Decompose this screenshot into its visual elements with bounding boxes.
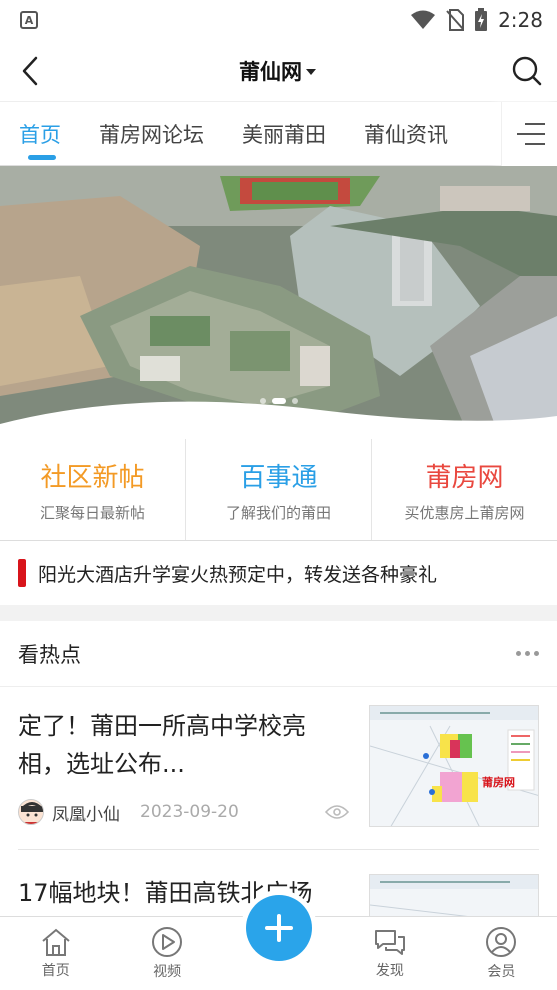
avatar <box>18 799 44 825</box>
feature-title: 社区新帖 <box>40 462 145 493</box>
tab-beautiful-putian[interactable]: 美丽莆田 <box>204 102 326 166</box>
nav-label: 首页 <box>41 963 70 979</box>
plus-icon <box>265 914 293 942</box>
clock: 2:28 <box>498 8 543 32</box>
battery-icon <box>475 8 488 31</box>
page-title: 莆仙网 <box>239 59 302 84</box>
play-icon <box>152 927 183 957</box>
tab-forum[interactable]: 莆房网论坛 <box>61 102 204 166</box>
tab-home[interactable]: 首页 <box>0 102 61 166</box>
channel-tabs: 首页 莆房网论坛 美丽莆田 莆仙资讯 <box>0 102 557 166</box>
wifi-icon <box>411 10 436 29</box>
hot-topics-header: 看热点 <box>0 621 557 687</box>
home-icon <box>42 928 70 956</box>
feature-title: 莆房网 <box>425 462 504 493</box>
feature-community-posts[interactable]: 社区新帖 汇聚每日最新帖 <box>0 439 185 540</box>
menu-icon <box>516 123 545 145</box>
site-selector[interactable]: 莆仙网 <box>239 56 316 86</box>
section-spacer <box>0 605 557 621</box>
caret-down-icon <box>306 68 316 75</box>
search-icon[interactable] <box>511 55 543 87</box>
announcement-text: 阳光大酒店升学宴火热预定中，转发送各种豪礼 <box>38 563 438 586</box>
carousel-dot <box>259 398 266 404</box>
list-item[interactable]: 定了！莆田一所高中学校亮相，选址公布... 凤凰小仙 2023-09-20 莆房… <box>0 687 557 827</box>
feature-pufangwang[interactable]: 莆房网 买优惠房上莆房网 <box>371 439 557 540</box>
tab-news[interactable]: 莆仙资讯 <box>326 102 448 166</box>
header: 莆仙网 <box>0 40 557 102</box>
thumbnail-watermark: 莆房网 <box>482 776 515 789</box>
back-icon[interactable] <box>16 54 44 88</box>
nav-discover[interactable]: 发现 <box>334 917 445 990</box>
article-title: 定了！莆田一所高中学校亮相，选址公布... <box>18 712 306 778</box>
feature-baishitong[interactable]: 百事通 了解我们的莆田 <box>185 439 371 540</box>
carousel-dot-active <box>271 398 286 404</box>
feature-subtitle: 了解我们的莆田 <box>225 503 331 522</box>
announcement-marker <box>18 559 26 587</box>
nav-member[interactable]: 会员 <box>446 917 557 990</box>
announcement-bar[interactable]: 阳光大酒店升学宴火热预定中，转发送各种豪礼 <box>0 541 557 605</box>
author-name: 凤凰小仙 <box>52 804 120 825</box>
banner-carousel[interactable] <box>0 166 557 439</box>
status-bar: A 2:28 <box>0 0 557 40</box>
bottom-navigation: 首页 视频 发现 会员 <box>0 895 557 990</box>
publish-date: 2023-09-20 <box>140 802 239 822</box>
no-sim-icon <box>446 9 465 31</box>
carousel-indicator <box>0 398 557 404</box>
article-meta: 凤凰小仙 2023-09-20 <box>18 799 349 825</box>
notification-icon: A <box>20 11 38 29</box>
section-title: 看热点 <box>18 642 81 667</box>
feature-subtitle: 买优惠房上莆房网 <box>404 503 525 522</box>
nav-label: 发现 <box>375 963 404 979</box>
carousel-dot <box>291 398 298 404</box>
user-icon <box>486 927 517 957</box>
nav-video[interactable]: 视频 <box>111 917 222 990</box>
chat-icon <box>374 930 405 955</box>
eye-icon <box>325 805 349 819</box>
channel-menu-button[interactable] <box>501 102 557 166</box>
nav-label: 视频 <box>153 964 182 980</box>
feature-subtitle: 汇聚每日最新帖 <box>39 503 145 522</box>
publish-button[interactable] <box>246 895 312 961</box>
more-options-icon[interactable] <box>516 651 539 656</box>
article-thumbnail: 莆房网 <box>369 705 539 827</box>
nav-home[interactable]: 首页 <box>0 917 111 990</box>
feature-shortcuts: 社区新帖 汇聚每日最新帖 百事通 了解我们的莆田 莆房网 买优惠房上莆房网 <box>0 439 557 541</box>
nav-label: 会员 <box>487 964 516 980</box>
feature-title: 百事通 <box>239 462 318 493</box>
